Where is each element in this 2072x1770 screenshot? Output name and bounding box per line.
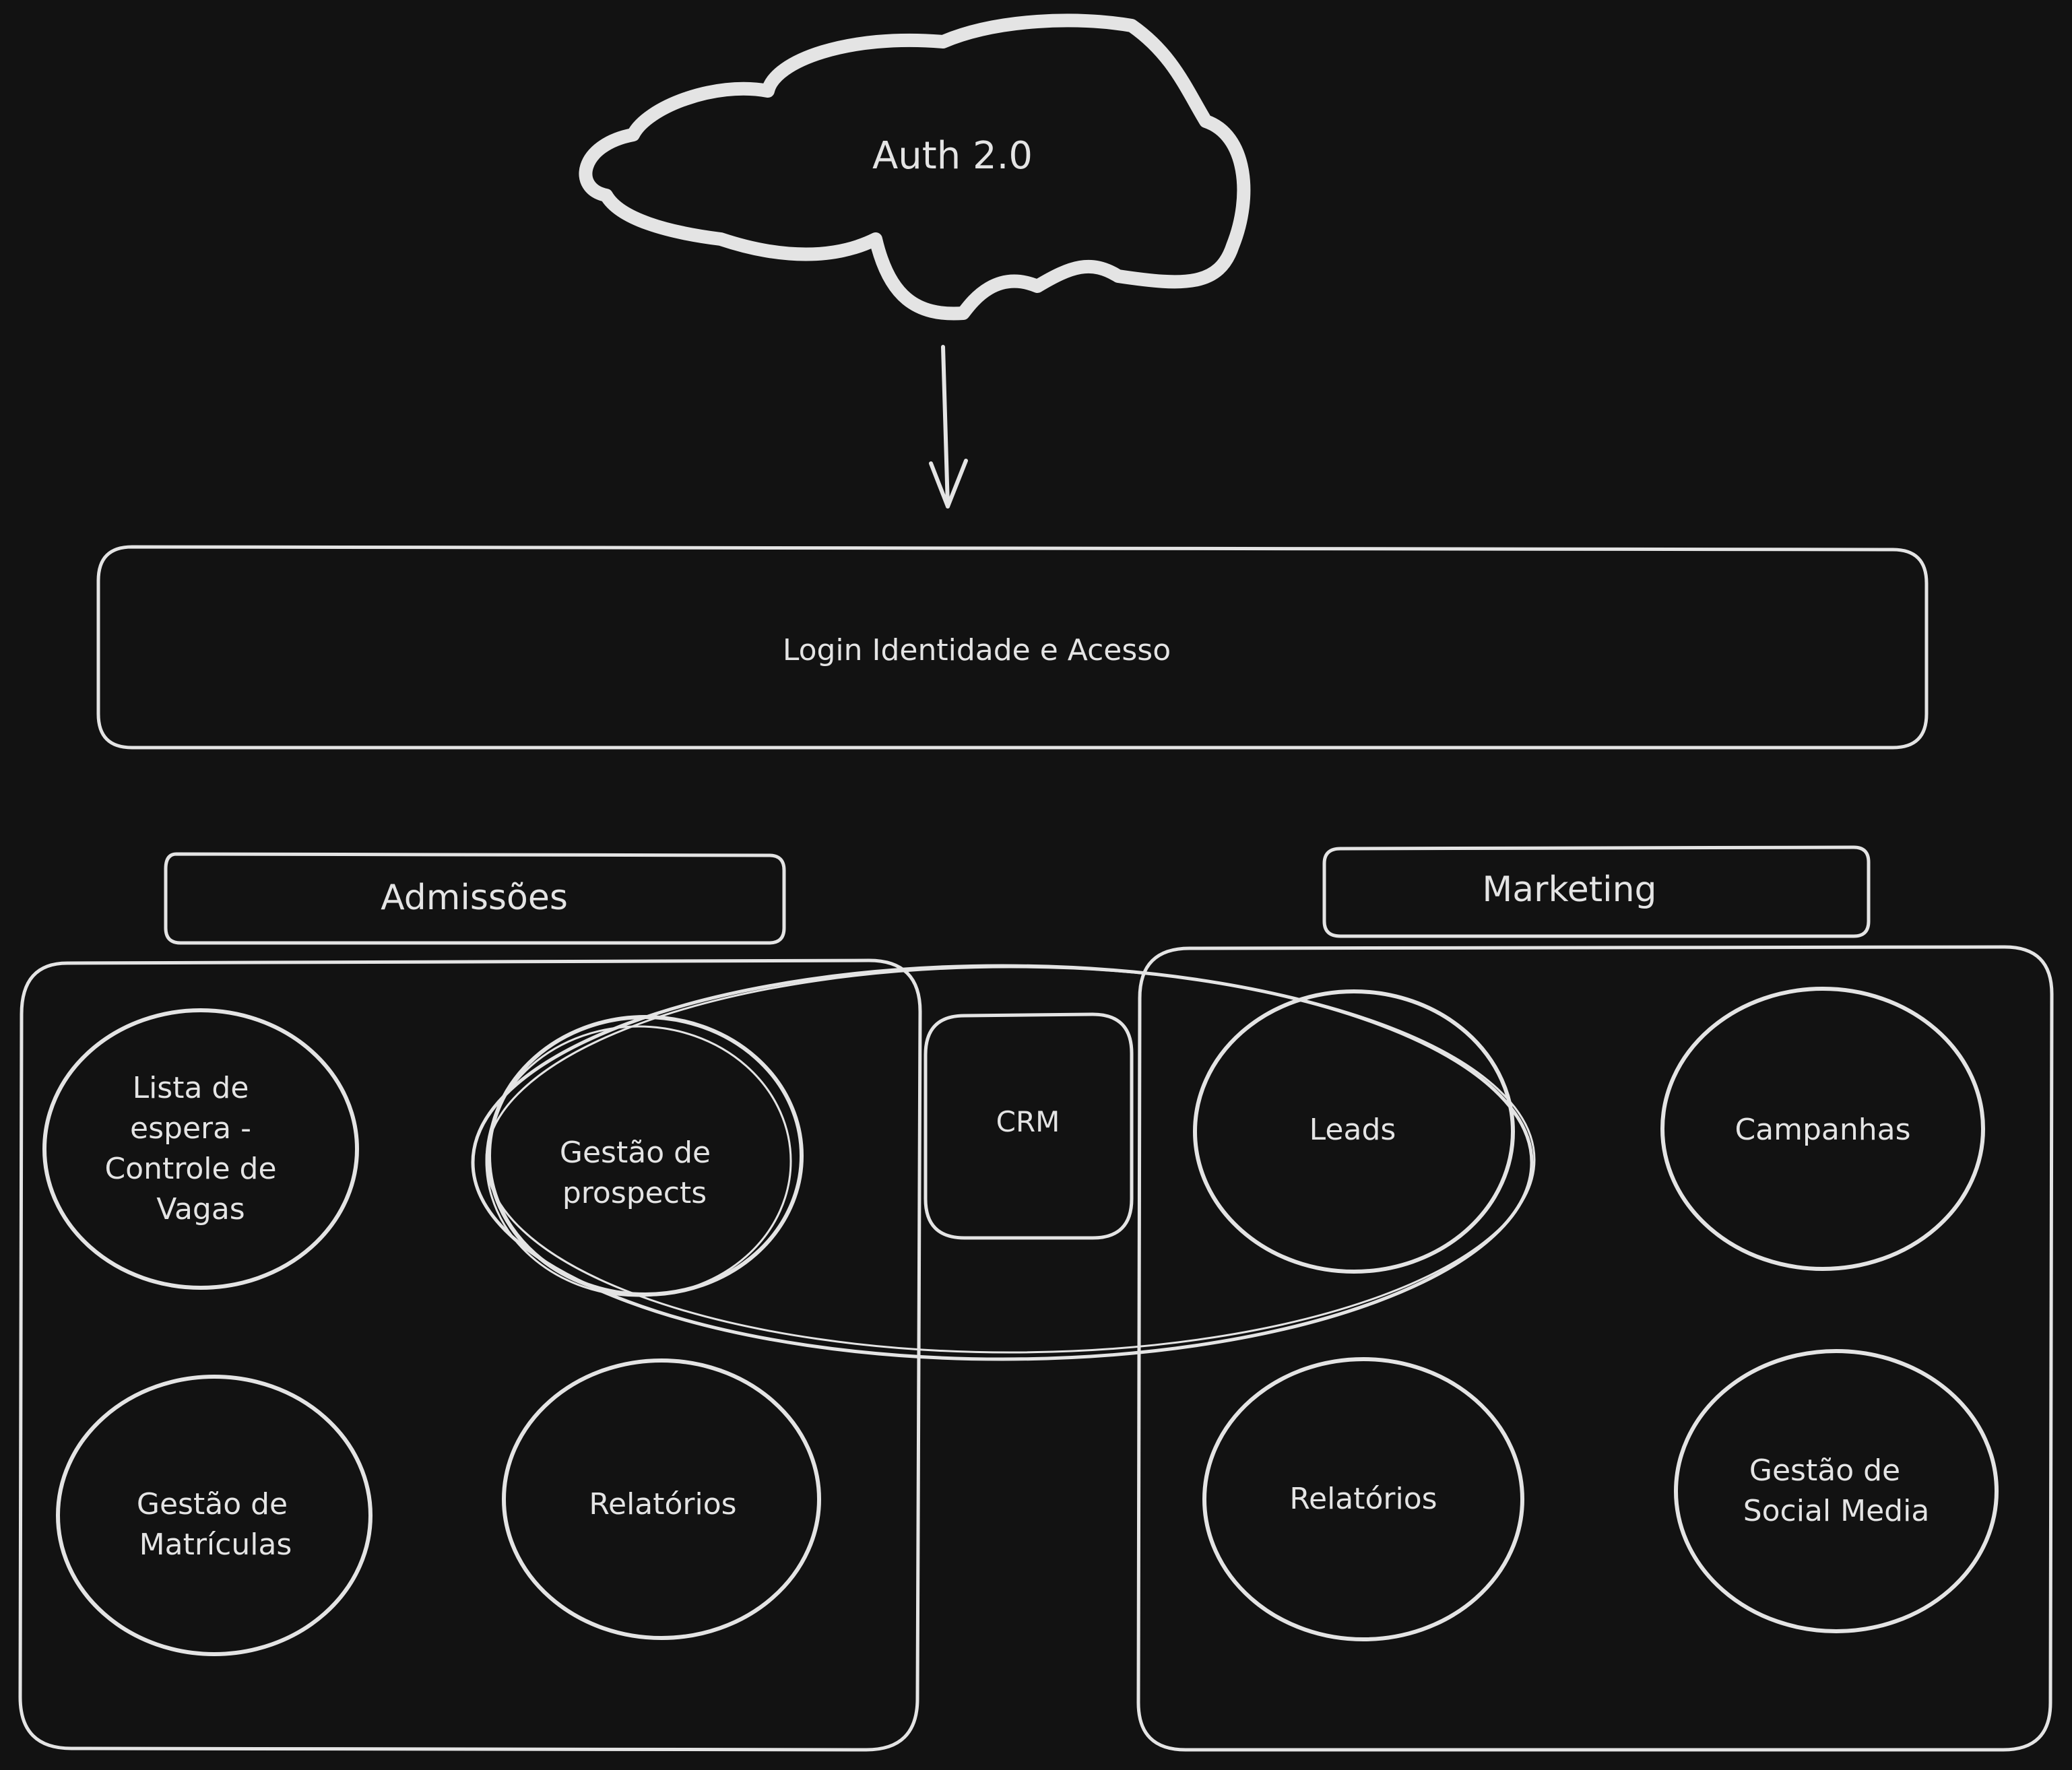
- login-box[interactable]: Login Identidade e Acesso: [96, 545, 1929, 750]
- node-leads[interactable]: Leads: [1193, 989, 1515, 1274]
- auth-label: Auth 2.0: [872, 134, 1033, 178]
- node-label: Campanhas: [1735, 1113, 1910, 1147]
- node-line: Gestão de: [1749, 1453, 1900, 1488]
- node-label: Leads: [1309, 1113, 1396, 1147]
- marketing-container: [1136, 945, 2054, 1752]
- node-line: Controle de: [104, 1152, 276, 1186]
- node-line: Gestão de: [560, 1136, 711, 1170]
- architecture-diagram: Auth 2.0 Login Identidade e Acesso Admis…: [18, 13, 2054, 1752]
- auth-cloud[interactable]: Auth 2.0: [579, 13, 1251, 321]
- node-line: Social Media: [1743, 1494, 1930, 1528]
- node-line: prospects: [562, 1176, 707, 1210]
- node-line: Lista de: [133, 1071, 249, 1105]
- node-gestao-de-prospects[interactable]: Gestão de prospects: [485, 1015, 804, 1297]
- marketing-header[interactable]: Marketing: [1322, 845, 1871, 938]
- node-marketing-relatorios[interactable]: Relatórios: [1202, 1357, 1524, 1641]
- node-label: Relatórios: [1289, 1482, 1437, 1516]
- node-label: Relatórios: [589, 1487, 736, 1521]
- node-admissoes-relatorios[interactable]: Relatórios: [502, 1358, 821, 1640]
- node-line: Vagas: [156, 1192, 245, 1226]
- svg-text:Gestão de Social Media: Gestão de Social Media: [1743, 1453, 1930, 1528]
- svg-text:Gestão de Matrículas: Gestão de Matrículas: [137, 1487, 297, 1562]
- admissoes-header[interactable]: Admissões: [164, 852, 786, 945]
- crm-label: CRM: [996, 1105, 1060, 1138]
- node-line: Gestão de: [137, 1487, 288, 1521]
- login-label: Login Identidade e Acesso: [783, 633, 1171, 667]
- auth-to-login-arrow: [929, 345, 968, 509]
- crm-box[interactable]: CRM: [924, 1012, 1134, 1240]
- node-gestao-de-matriculas[interactable]: Gestão de Matrículas: [56, 1375, 373, 1656]
- admissoes-title: Admissões: [381, 878, 568, 918]
- marketing-title: Marketing: [1482, 870, 1656, 910]
- node-lista-de-espera[interactable]: Lista de espera - Controle de Vagas: [42, 1008, 359, 1290]
- node-line: Matrículas: [139, 1528, 292, 1562]
- node-gestao-de-social-media[interactable]: Gestão de Social Media: [1674, 1349, 1999, 1633]
- node-campanhas[interactable]: Campanhas: [1660, 987, 1985, 1271]
- svg-text:Lista de espera -: Lista de espera - Controle de Vagas: [104, 1071, 286, 1226]
- node-line: espera -: [130, 1111, 251, 1146]
- svg-text:Gestão de prospects: Gestão de prospects: [560, 1136, 720, 1210]
